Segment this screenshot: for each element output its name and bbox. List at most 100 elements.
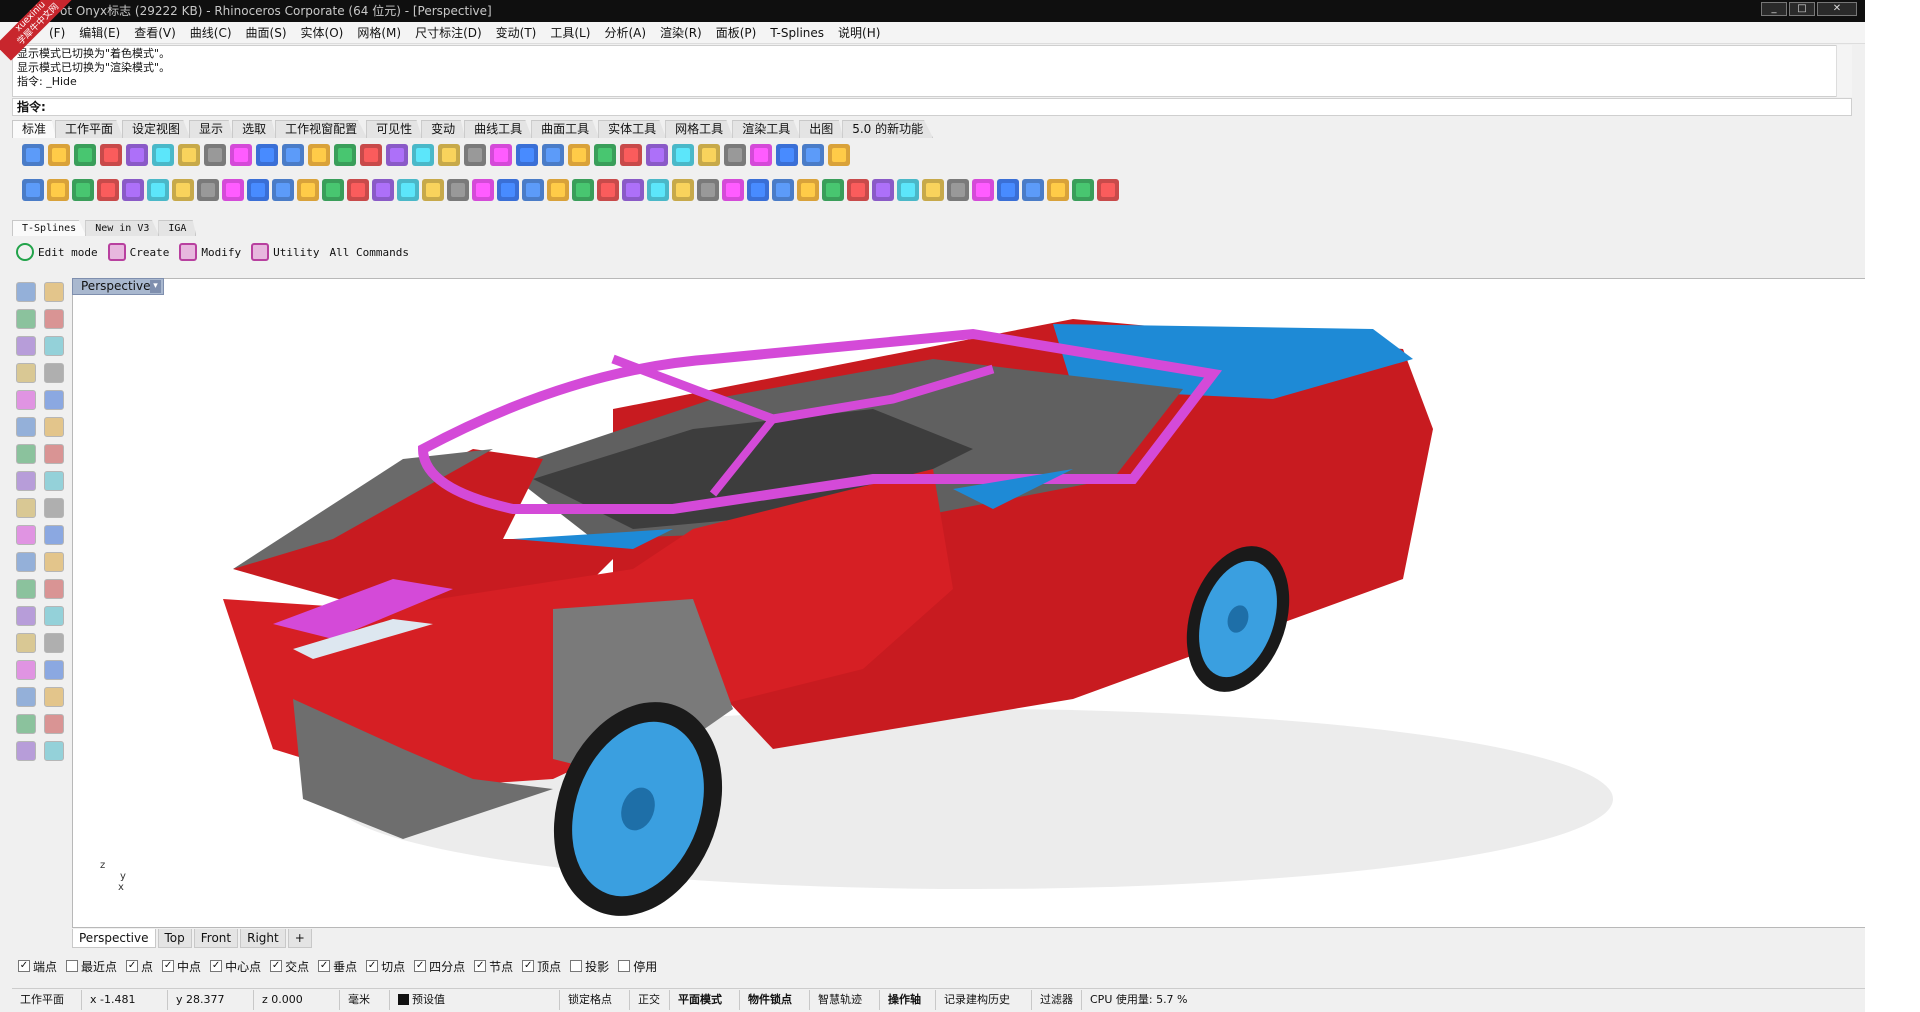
tab-top[interactable]: Top xyxy=(157,929,192,948)
perspective-viewport[interactable] xyxy=(72,278,1866,928)
tool-m-icon[interactable] xyxy=(397,179,419,201)
tab-drafting[interactable]: 出图 xyxy=(799,120,844,138)
tab-display[interactable]: 显示 xyxy=(189,120,234,138)
osnap-option[interactable]: 最近点 xyxy=(66,958,117,975)
menu-panels[interactable]: 面板(P) xyxy=(709,24,764,41)
osnap-option[interactable]: 停用 xyxy=(618,958,657,975)
tool-w-icon[interactable] xyxy=(647,179,669,201)
shade-icon[interactable] xyxy=(672,144,694,166)
sphere-edit-icon[interactable] xyxy=(72,179,94,201)
tab-select[interactable]: 选取 xyxy=(232,120,277,138)
left-tool-icon[interactable] xyxy=(44,606,64,626)
pan-icon[interactable] xyxy=(256,144,278,166)
print-icon[interactable] xyxy=(100,144,122,166)
rebuild-icon[interactable] xyxy=(776,144,798,166)
open-icon[interactable] xyxy=(48,144,70,166)
options-icon[interactable] xyxy=(750,144,772,166)
paste-icon[interactable] xyxy=(204,144,226,166)
tab-surface-tools[interactable]: 曲面工具 xyxy=(531,120,600,138)
tool-al-icon[interactable] xyxy=(1022,179,1044,201)
import-icon[interactable] xyxy=(126,144,148,166)
osnap-option[interactable]: ✓ 顶点 xyxy=(522,958,561,975)
history-toggle[interactable]: 记录建构历史 xyxy=(936,989,1032,1010)
menu-mesh[interactable]: 网格(M) xyxy=(350,24,408,41)
tool-v-icon[interactable] xyxy=(622,179,644,201)
tool-ao-icon[interactable] xyxy=(1097,179,1119,201)
zoom-extents-icon[interactable] xyxy=(360,144,382,166)
lock-icon[interactable] xyxy=(594,144,616,166)
osnap-checkbox[interactable]: ✓ xyxy=(162,960,175,972)
menu-file[interactable]: (F) xyxy=(42,26,72,40)
help-icon[interactable] xyxy=(828,144,850,166)
menu-surface[interactable]: 曲面(S) xyxy=(239,24,294,41)
layer-icon[interactable] xyxy=(542,144,564,166)
left-tool-icon[interactable] xyxy=(16,417,36,437)
tool-d-icon[interactable] xyxy=(172,179,194,201)
tool-b-icon[interactable] xyxy=(122,179,144,201)
left-tool-icon[interactable] xyxy=(44,714,64,734)
left-tool-icon[interactable] xyxy=(44,309,64,329)
osnap-option[interactable]: ✓ 中心点 xyxy=(210,958,261,975)
save-icon[interactable] xyxy=(74,144,96,166)
copy-icon[interactable] xyxy=(178,144,200,166)
new-icon[interactable] xyxy=(22,144,44,166)
tool-z-icon[interactable] xyxy=(722,179,744,201)
tool-a-icon[interactable] xyxy=(97,179,119,201)
left-tool-icon[interactable] xyxy=(16,390,36,410)
tab-curve-tools[interactable]: 曲线工具 xyxy=(464,120,533,138)
menu-view[interactable]: 查看(V) xyxy=(127,24,183,41)
left-tool-icon[interactable] xyxy=(44,579,64,599)
left-tool-icon[interactable] xyxy=(16,471,36,491)
viewport-title-tab[interactable]: Perspective ▾ xyxy=(72,278,164,295)
menu-analyze[interactable]: 分析(A) xyxy=(597,24,653,41)
osnap-checkbox[interactable]: ✓ xyxy=(474,960,487,972)
tool-an-icon[interactable] xyxy=(1072,179,1094,201)
menu-tsplines[interactable]: T-Splines xyxy=(763,26,831,40)
left-tool-icon[interactable] xyxy=(16,606,36,626)
osnap-option[interactable]: 投影 xyxy=(570,958,609,975)
snap-icon[interactable] xyxy=(516,144,538,166)
left-tool-icon[interactable] xyxy=(44,687,64,707)
move-icon[interactable] xyxy=(282,144,304,166)
modify-button[interactable]: Modify xyxy=(179,243,241,261)
grid-snap-toggle[interactable]: 锁定格点 xyxy=(560,989,630,1010)
tool-i-icon[interactable] xyxy=(297,179,319,201)
left-tool-icon[interactable] xyxy=(16,714,36,734)
tool-ad-icon[interactable] xyxy=(822,179,844,201)
render-icon[interactable] xyxy=(698,144,720,166)
zoom-window-icon[interactable] xyxy=(334,144,356,166)
menu-tools[interactable]: 工具(L) xyxy=(543,24,597,41)
material-icon[interactable] xyxy=(620,144,642,166)
tool-ah-icon[interactable] xyxy=(922,179,944,201)
tab-front[interactable]: Front xyxy=(193,929,239,948)
minimize-button[interactable]: _ xyxy=(1761,2,1787,16)
osnap-checkbox[interactable] xyxy=(618,960,631,972)
osnap-option[interactable]: ✓ 垂点 xyxy=(318,958,357,975)
status-layer[interactable]: 预设值 xyxy=(390,989,560,1010)
osnap-checkbox[interactable]: ✓ xyxy=(126,960,139,972)
color-wheel-icon[interactable] xyxy=(646,144,668,166)
car-icon[interactable] xyxy=(464,144,486,166)
menu-solid[interactable]: 实体(O) xyxy=(294,24,351,41)
left-tool-icon[interactable] xyxy=(16,336,36,356)
grid-icon[interactable] xyxy=(490,144,512,166)
osnap-option[interactable]: ✓ 切点 xyxy=(366,958,405,975)
menu-dimension[interactable]: 尺寸标注(D) xyxy=(408,24,489,41)
zoom-icon[interactable] xyxy=(308,144,330,166)
osnap-checkbox[interactable]: ✓ xyxy=(18,960,30,972)
left-tool-icon[interactable] xyxy=(16,309,36,329)
tool-n-icon[interactable] xyxy=(422,179,444,201)
tool-aa-icon[interactable] xyxy=(747,179,769,201)
left-tool-icon[interactable] xyxy=(16,660,36,680)
left-tool-icon[interactable] xyxy=(44,633,64,653)
tool-j-icon[interactable] xyxy=(322,179,344,201)
osnap-checkbox[interactable]: ✓ xyxy=(318,960,331,972)
tab-visibility[interactable]: 可见性 xyxy=(366,120,423,138)
tool-t-icon[interactable] xyxy=(572,179,594,201)
power-icon[interactable] xyxy=(22,179,44,201)
tool-ai-icon[interactable] xyxy=(947,179,969,201)
tool-af-icon[interactable] xyxy=(872,179,894,201)
tab-perspective[interactable]: Perspective xyxy=(72,929,156,948)
ortho-toggle[interactable]: 正交 xyxy=(630,989,670,1010)
osnap-toggle[interactable]: 物件锁点 xyxy=(740,989,810,1010)
